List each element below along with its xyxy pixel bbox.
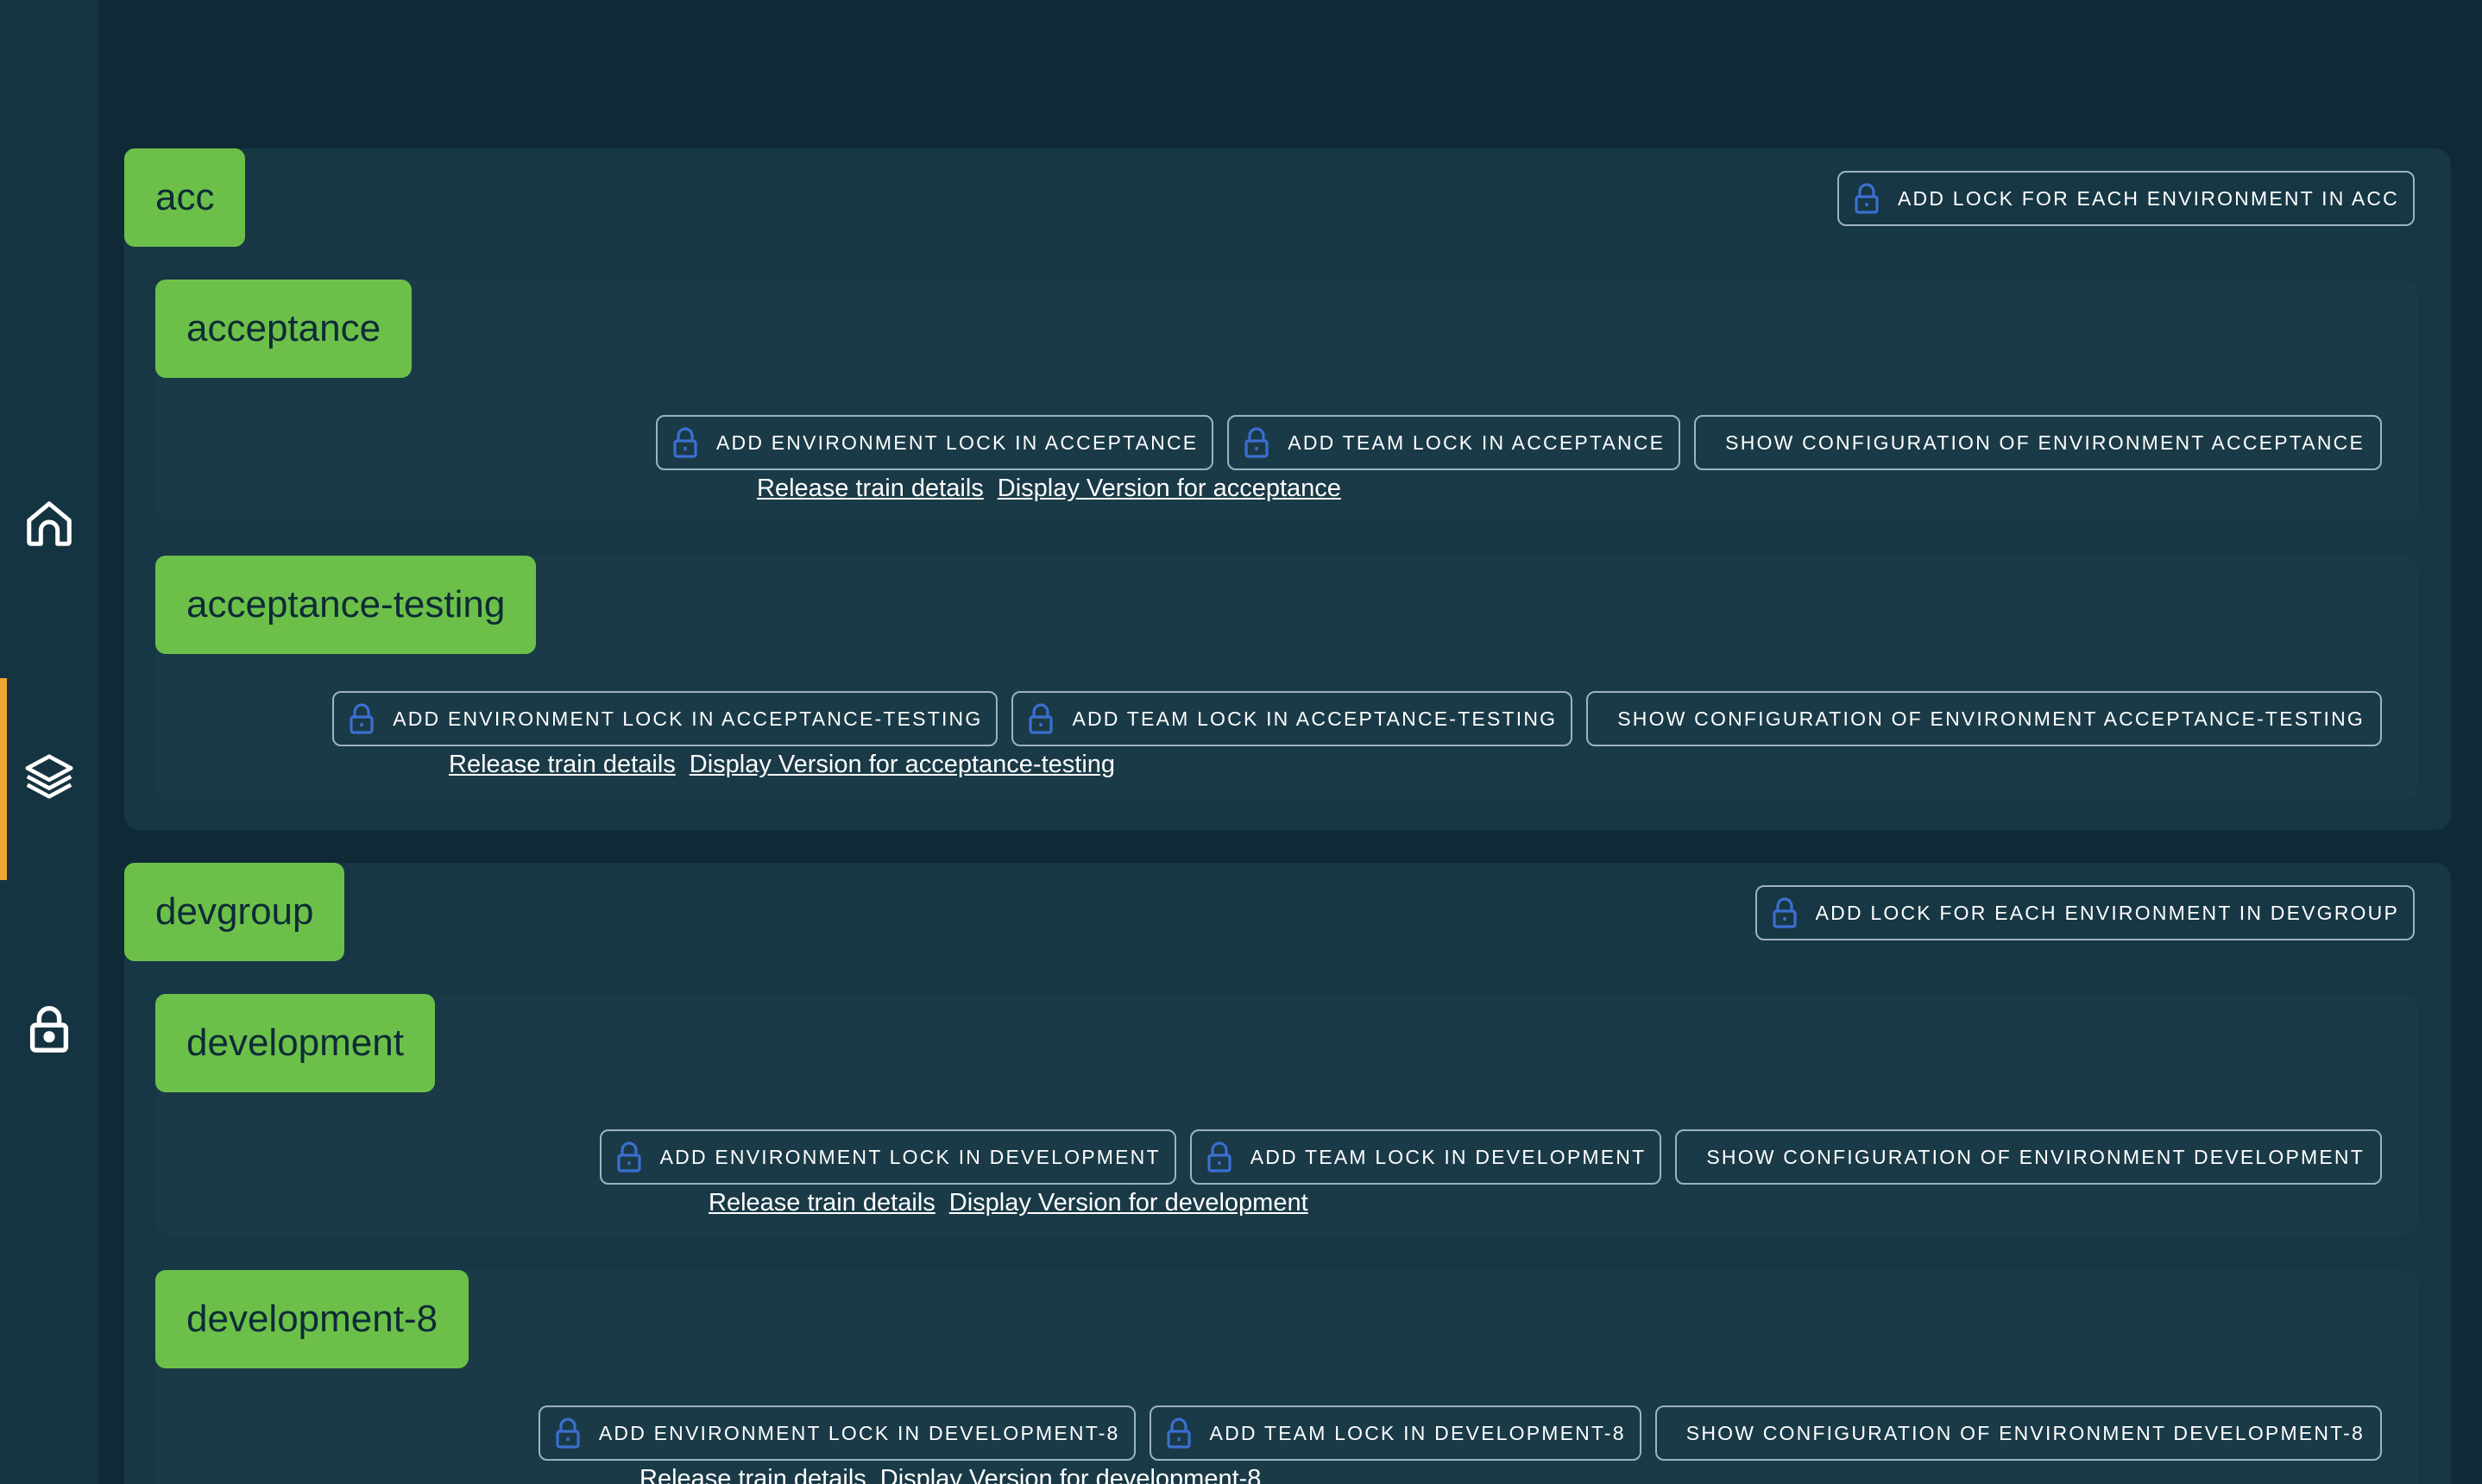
lock-icon (1855, 183, 1879, 214)
add-group-lock-button[interactable]: ADD LOCK FOR EACH ENVIRONMENT IN ACC (1836, 171, 2415, 226)
environment-actions: ADD ENVIRONMENT LOCK IN DEVELOPMENT-8 AD… (538, 1405, 2382, 1461)
add-team-lock-label: ADD TEAM LOCK IN DEVELOPMENT-8 (1209, 1421, 1626, 1444)
environment-links: Release train details Display Version fo… (709, 1189, 1308, 1217)
environment-group-acc: acc ADD LOCK FOR EACH ENVIRONMENT IN ACC… (124, 148, 2451, 830)
lock-icon (556, 1418, 580, 1449)
add-environment-lock-button[interactable]: ADD ENVIRONMENT LOCK IN ACCEPTANCE-TESTI… (332, 691, 998, 746)
add-group-lock-label: ADD LOCK FOR EACH ENVIRONMENT IN DEVGROU… (1815, 901, 2399, 924)
lock-icon (1029, 703, 1054, 734)
home-icon (27, 501, 72, 546)
lock-icon (1166, 1418, 1191, 1449)
environment-links: Release train details Display Version fo… (449, 751, 1115, 779)
environment-card-development-8: development-8 ADD ENVIRONMENT LOCK IN DE… (155, 1270, 2418, 1484)
add-environment-lock-label: ADD ENVIRONMENT LOCK IN DEVELOPMENT (659, 1145, 1161, 1168)
show-configuration-button[interactable]: SHOW CONFIGURATION OF ENVIRONMENT ACCEPT… (1586, 691, 2382, 746)
add-group-lock-button[interactable]: ADD LOCK FOR EACH ENVIRONMENT IN DEVGROU… (1754, 885, 2415, 940)
lock-icon (29, 1006, 69, 1053)
environment-card-acceptance: acceptance ADD ENVIRONMENT LOCK IN ACCEP… (155, 280, 2418, 521)
display-version-link[interactable]: Display Version for development-8 (880, 1465, 1262, 1484)
release-train-link[interactable]: Release train details (709, 1189, 935, 1217)
release-train-link[interactable]: Release train details (639, 1465, 866, 1484)
display-version-link[interactable]: Display Version for acceptance-testing (690, 751, 1115, 779)
add-environment-lock-label: ADD ENVIRONMENT LOCK IN ACCEPTANCE-TESTI… (393, 707, 983, 730)
add-environment-lock-button[interactable]: ADD ENVIRONMENT LOCK IN DEVELOPMENT (599, 1129, 1176, 1185)
release-train-link[interactable]: Release train details (757, 475, 984, 503)
add-environment-lock-label: ADD ENVIRONMENT LOCK IN DEVELOPMENT-8 (598, 1421, 1120, 1444)
nav-home[interactable] (0, 476, 98, 571)
environment-title: development (155, 994, 435, 1092)
show-configuration-button[interactable]: SHOW CONFIGURATION OF ENVIRONMENT DEVELO… (1675, 1129, 2382, 1185)
display-version-link[interactable]: Display Version for development (949, 1189, 1308, 1217)
add-team-lock-button[interactable]: ADD TEAM LOCK IN DEVELOPMENT-8 (1149, 1405, 1641, 1461)
add-team-lock-button[interactable]: ADD TEAM LOCK IN ACCEPTANCE (1227, 415, 1681, 470)
add-environment-lock-button[interactable]: ADD ENVIRONMENT LOCK IN DEVELOPMENT-8 (538, 1405, 1136, 1461)
environment-links: Release train details Display Version fo… (757, 475, 1341, 503)
lock-icon (1773, 897, 1797, 928)
show-configuration-button[interactable]: SHOW CONFIGURATION OF ENVIRONMENT DEVELO… (1654, 1405, 2382, 1461)
lock-icon (1244, 427, 1269, 458)
release-train-link[interactable]: Release train details (449, 751, 676, 779)
show-configuration-button[interactable]: SHOW CONFIGURATION OF ENVIRONMENT ACCEPT… (1694, 415, 2382, 470)
add-environment-lock-button[interactable]: ADD ENVIRONMENT LOCK IN ACCEPTANCE (655, 415, 1214, 470)
environment-actions: ADD ENVIRONMENT LOCK IN ACCEPTANCE ADD T… (655, 415, 2382, 470)
lock-icon (616, 1141, 641, 1173)
sidebar (0, 0, 98, 1484)
lock-icon (1207, 1141, 1232, 1173)
layers-icon (25, 754, 73, 799)
environment-actions: ADD ENVIRONMENT LOCK IN DEVELOPMENT ADD … (599, 1129, 2382, 1185)
add-team-lock-button[interactable]: ADD TEAM LOCK IN DEVELOPMENT (1189, 1129, 1662, 1185)
display-version-link[interactable]: Display Version for acceptance (998, 475, 1341, 503)
add-team-lock-label: ADD TEAM LOCK IN ACCEPTANCE-TESTING (1072, 707, 1558, 730)
environment-actions: ADD ENVIRONMENT LOCK IN ACCEPTANCE-TESTI… (332, 691, 2382, 746)
environment-card-acceptance-testing: acceptance-testing ADD ENVIRONMENT LOCK … (155, 556, 2418, 801)
add-team-lock-label: ADD TEAM LOCK IN DEVELOPMENT (1250, 1145, 1647, 1168)
environment-card-development: development ADD ENVIRONMENT LOCK IN DEVE… (155, 994, 2418, 1236)
environment-title: acceptance (155, 280, 413, 378)
nav-environments[interactable] (0, 678, 98, 880)
add-environment-lock-label: ADD ENVIRONMENT LOCK IN ACCEPTANCE (715, 431, 1199, 454)
group-title: acc (124, 148, 246, 247)
environment-title: development-8 (155, 1270, 469, 1368)
environment-group-devgroup: devgroup ADD LOCK FOR EACH ENVIRONMENT I… (124, 863, 2451, 1484)
lock-icon (673, 427, 697, 458)
nav-locks[interactable] (0, 981, 98, 1076)
group-title: devgroup (124, 863, 345, 961)
environment-links: Release train details Display Version fo… (639, 1465, 1261, 1484)
add-group-lock-label: ADD LOCK FOR EACH ENVIRONMENT IN ACC (1897, 186, 2399, 210)
add-team-lock-label: ADD TEAM LOCK IN ACCEPTANCE (1288, 431, 1666, 454)
main-content: acc ADD LOCK FOR EACH ENVIRONMENT IN ACC… (98, 0, 2482, 1484)
lock-icon (350, 703, 374, 734)
environment-title: acceptance-testing (155, 556, 537, 654)
add-team-lock-button[interactable]: ADD TEAM LOCK IN ACCEPTANCE-TESTING (1011, 691, 1573, 746)
